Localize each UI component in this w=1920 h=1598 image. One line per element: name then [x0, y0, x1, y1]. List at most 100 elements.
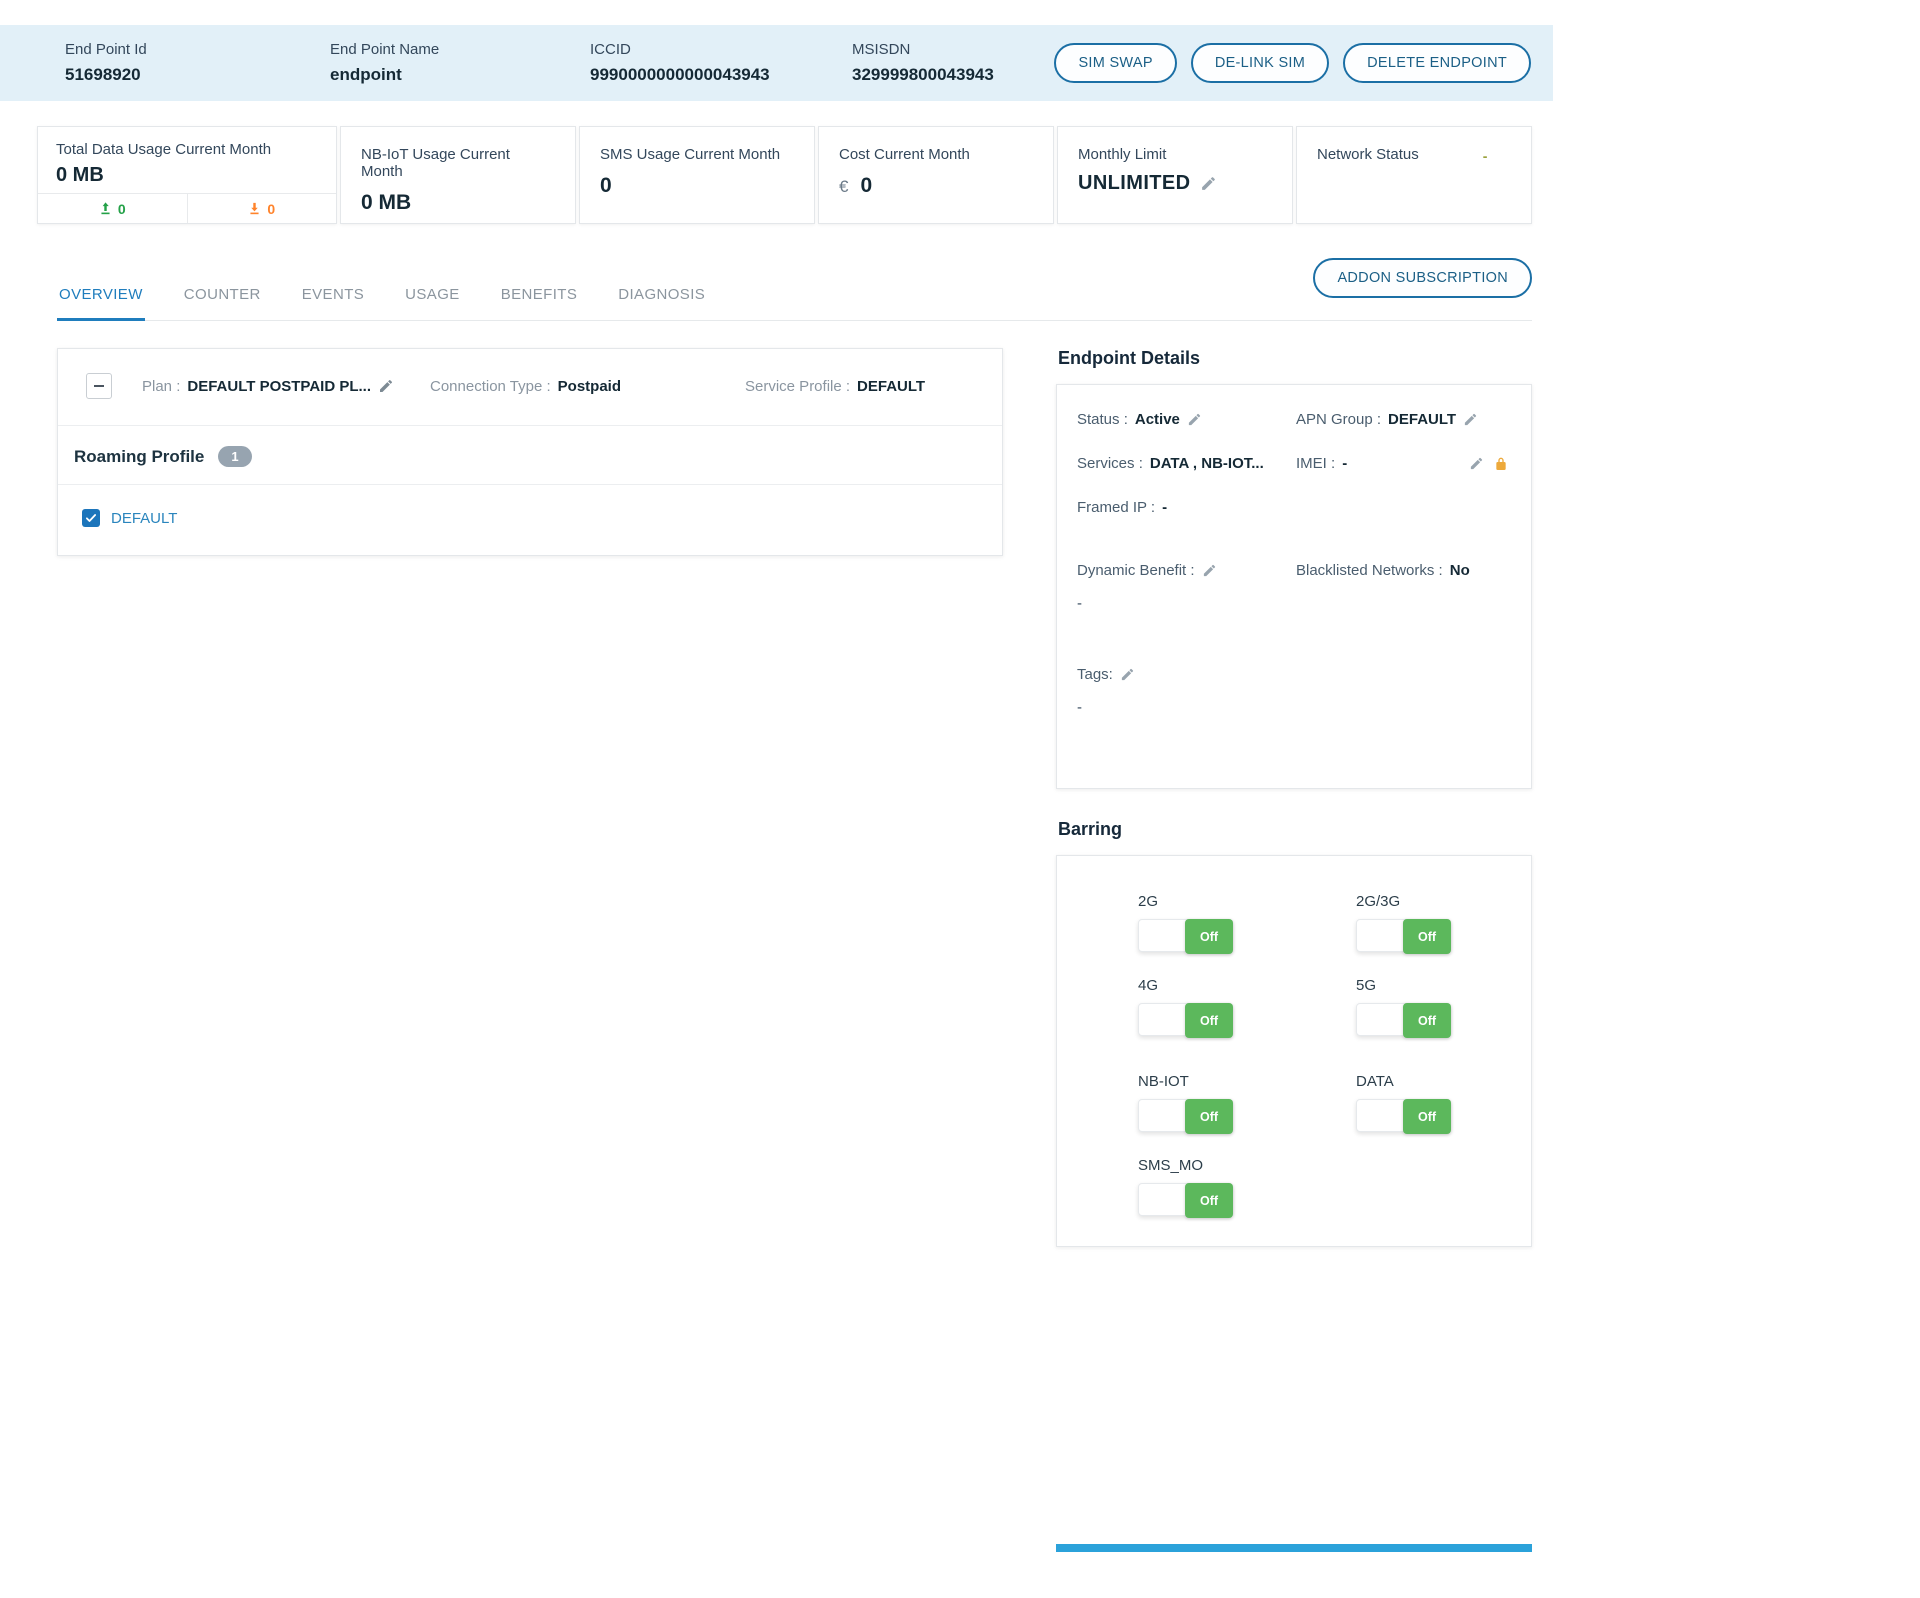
apn-group-value: DEFAULT	[1388, 411, 1456, 428]
download-value: 0	[267, 201, 275, 217]
monthly-limit-card: Monthly Limit UNLIMITED	[1057, 126, 1293, 224]
dynamic-benefit-label: Dynamic Benefit	[1077, 562, 1195, 579]
barring-data-toggle[interactable]: Off	[1356, 1099, 1451, 1132]
blacklisted-networks-value: No	[1450, 562, 1470, 579]
barring-nbiot-toggle[interactable]: Off	[1138, 1099, 1233, 1132]
barring-title: Barring	[1058, 819, 1532, 840]
endpoint-id-value: 51698920	[65, 65, 330, 85]
barring-5g-toggle[interactable]: Off	[1356, 1003, 1451, 1036]
sms-usage-label: SMS Usage Current Month	[600, 146, 794, 163]
usage-stats-row: Total Data Usage Current Month 0 MB 0 0	[37, 126, 1532, 224]
barring-5g: 5G Off	[1356, 977, 1531, 1036]
endpoint-identity-fields: End Point Id 51698920 End Point Name end…	[65, 41, 1054, 85]
monthly-limit-row: UNLIMITED	[1078, 172, 1272, 195]
delete-endpoint-button[interactable]: DELETE ENDPOINT	[1343, 43, 1531, 83]
nbiot-usage-value: 0 MB	[361, 191, 555, 215]
roaming-profile-title: Roaming Profile	[74, 447, 204, 467]
imei-field: IMEI -	[1296, 455, 1511, 472]
endpoint-name-value: endpoint	[330, 65, 590, 85]
apn-group-label: APN Group	[1296, 411, 1381, 428]
network-status-row: Network Status -	[1317, 146, 1511, 164]
delink-sim-button[interactable]: DE-LINK SIM	[1191, 43, 1329, 83]
tags-head: Tags:	[1077, 666, 1296, 683]
edit-dynamic-benefit-icon[interactable]	[1202, 563, 1217, 578]
barring-2g: 2G Off	[1138, 893, 1356, 952]
barring-2g3g-toggle[interactable]: Off	[1356, 919, 1451, 952]
barring-nbiot-label: NB-IOT	[1138, 1073, 1356, 1090]
barring-nbiot: NB-IOT Off	[1138, 1073, 1356, 1132]
total-data-usage-value: 0 MB	[56, 164, 318, 187]
empty-cell	[1296, 499, 1511, 516]
endpoint-id-field: End Point Id 51698920	[65, 41, 330, 85]
edit-imei-icon[interactable]	[1469, 456, 1484, 471]
minus-icon	[94, 385, 104, 387]
barring-2g3g: 2G/3G Off	[1356, 893, 1531, 952]
download-cell: 0	[188, 194, 337, 223]
roaming-default-checkbox[interactable]	[82, 509, 100, 527]
barring-smsmo: SMS_MO Off	[1138, 1157, 1356, 1216]
cost-label: Cost Current Month	[839, 146, 1033, 163]
service-profile-field: Service Profile DEFAULT	[745, 378, 925, 395]
endpoint-header-bar: End Point Id 51698920 End Point Name end…	[0, 25, 1553, 101]
tags-field: Tags: -	[1077, 666, 1296, 716]
dynamic-benefit-value: -	[1077, 595, 1296, 612]
tags-value: -	[1077, 699, 1296, 716]
status-apn-row: Status Active APN Group DEFAULT	[1077, 411, 1511, 428]
nbiot-usage-label: NB-IoT Usage Current Month	[361, 146, 555, 180]
barring-4g-state: Off	[1185, 1003, 1233, 1038]
barring-data-label: DATA	[1356, 1073, 1531, 1090]
barring-smsmo-toggle[interactable]: Off	[1138, 1183, 1233, 1216]
barring-data-state: Off	[1403, 1099, 1451, 1134]
tab-events[interactable]: EVENTS	[300, 274, 366, 321]
tab-overview[interactable]: OVERVIEW	[57, 274, 145, 321]
monthly-limit-value: UNLIMITED	[1078, 172, 1190, 195]
cost-value-row: € 0	[839, 174, 1033, 198]
tabs-section: OVERVIEW COUNTER EVENTS USAGE BENEFITS D…	[57, 274, 1532, 321]
msisdn-field: MSISDN 329999800043943	[852, 41, 1054, 85]
edit-apn-group-icon[interactable]	[1463, 412, 1478, 427]
services-label: Services	[1077, 455, 1143, 472]
check-icon	[85, 512, 97, 524]
barring-2g-state: Off	[1185, 919, 1233, 954]
collapse-plan-button[interactable]	[86, 373, 112, 399]
framed-ip-row: Framed IP -	[1077, 499, 1511, 516]
blacklisted-networks-field: Blacklisted Networks No	[1296, 562, 1511, 612]
dynamic-benefit-row: Dynamic Benefit - Blacklisted Networks N…	[1077, 562, 1511, 612]
lock-imei-icon[interactable]	[1493, 456, 1509, 472]
services-field: Services DATA , NB-IOT...	[1077, 455, 1296, 472]
tab-benefits[interactable]: BENEFITS	[499, 274, 580, 321]
edit-monthly-limit-icon[interactable]	[1200, 175, 1217, 192]
edit-plan-icon[interactable]	[378, 378, 394, 394]
download-icon	[248, 202, 261, 215]
barring-5g-state: Off	[1403, 1003, 1451, 1038]
barring-4g: 4G Off	[1138, 977, 1356, 1036]
network-status-card: Network Status -	[1296, 126, 1532, 224]
endpoint-name-label: End Point Name	[330, 41, 590, 58]
currency-symbol: €	[839, 177, 848, 197]
network-status-label: Network Status	[1317, 146, 1419, 163]
edit-tags-icon[interactable]	[1120, 667, 1135, 682]
upload-cell: 0	[38, 194, 188, 223]
barring-2g-toggle[interactable]: Off	[1138, 919, 1233, 952]
barring-2g-label: 2G	[1138, 893, 1356, 910]
edit-status-icon[interactable]	[1187, 412, 1202, 427]
msisdn-value: 329999800043943	[852, 65, 1054, 85]
sim-swap-button[interactable]: SIM SWAP	[1054, 43, 1176, 83]
status-value: Active	[1135, 411, 1180, 428]
empty-cell	[1296, 666, 1511, 716]
roaming-default-label: DEFAULT	[111, 510, 177, 527]
service-profile-label: Service Profile	[745, 378, 850, 395]
iccid-field: ICCID 9990000000000043943	[590, 41, 852, 85]
tab-diagnosis[interactable]: DIAGNOSIS	[616, 274, 707, 321]
barring-4g-toggle[interactable]: Off	[1138, 1003, 1233, 1036]
addon-subscription-button[interactable]: ADDON SUBSCRIPTION	[1313, 258, 1532, 298]
upload-icon	[99, 202, 112, 215]
total-data-usage-card: Total Data Usage Current Month 0 MB 0 0	[37, 126, 337, 224]
endpoint-details-title: Endpoint Details	[1058, 348, 1532, 369]
tab-bar: OVERVIEW COUNTER EVENTS USAGE BENEFITS D…	[57, 274, 1532, 321]
msisdn-label: MSISDN	[852, 41, 1054, 58]
tab-counter[interactable]: COUNTER	[182, 274, 263, 321]
barring-row-3: NB-IOT Off DATA Off	[1138, 1073, 1531, 1132]
tab-usage[interactable]: USAGE	[403, 274, 462, 321]
connection-type-field: Connection Type Postpaid	[430, 378, 745, 395]
